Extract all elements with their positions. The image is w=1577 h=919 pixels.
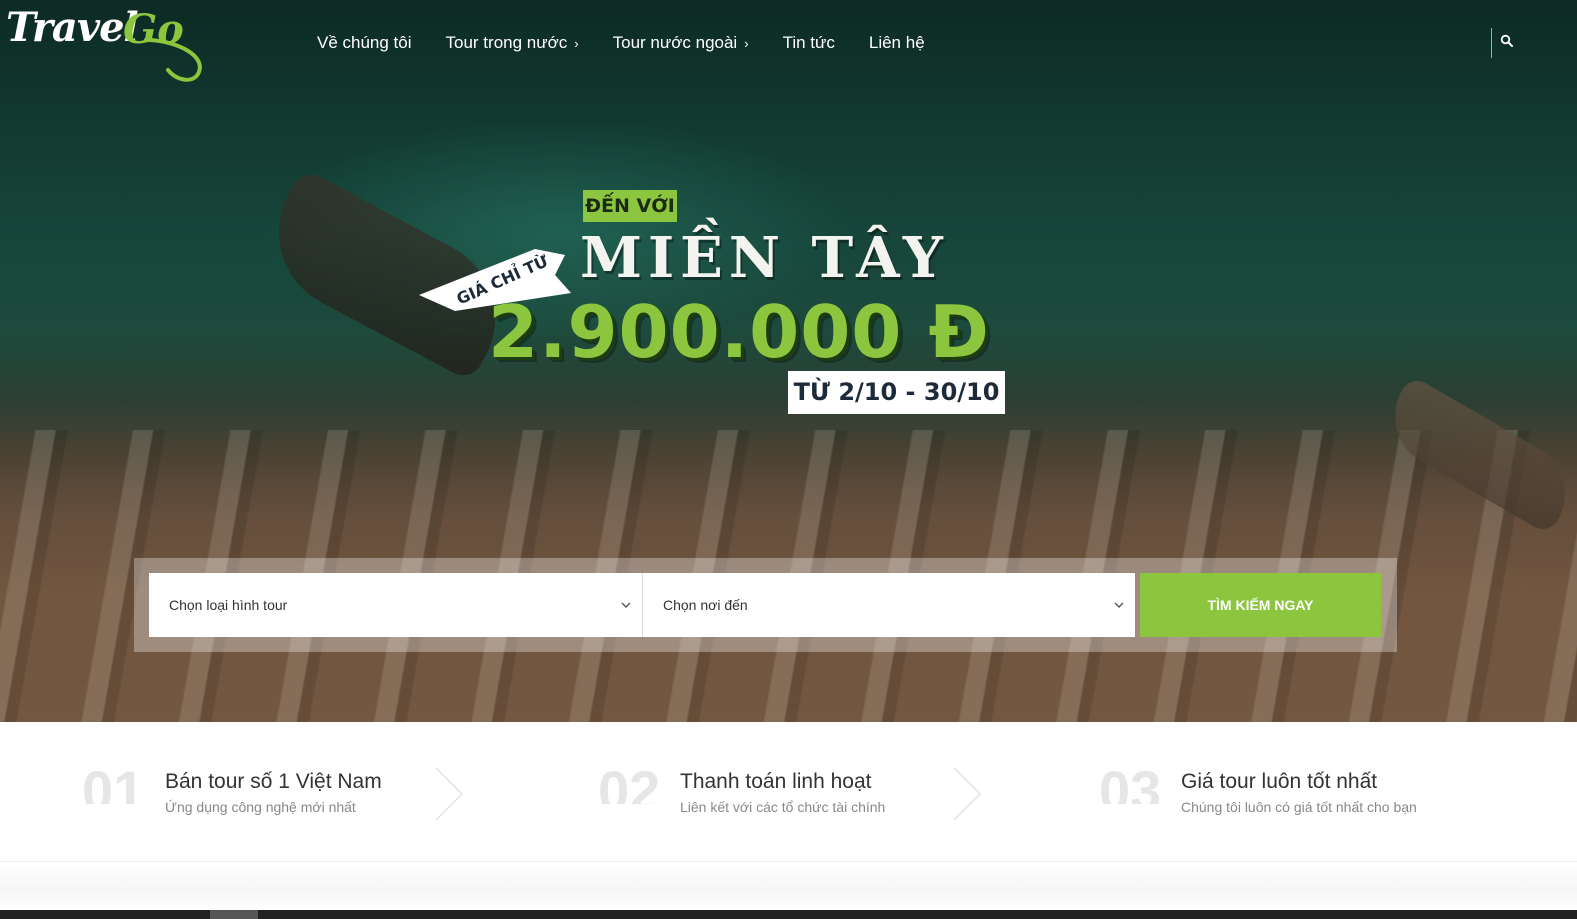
nav-item-label: Tour nước ngoài	[612, 33, 738, 52]
chevron-right-icon: ›	[744, 35, 749, 51]
feature-subtitle: Chúng tôi luôn có giá tốt nhất cho bạn	[1181, 799, 1417, 815]
search-now-button[interactable]: TÌM KIẾM NGAY	[1140, 573, 1381, 637]
feature-item: 03 Giá tour luôn tốt nhất Chúng tôi luôn…	[1099, 722, 1539, 862]
feature-number: 01	[82, 759, 145, 804]
feature-subtitle: Ứng dụng công nghệ mới nhất	[165, 799, 356, 815]
nav-item-news[interactable]: Tin tức	[783, 33, 835, 53]
feature-subtitle: Liên kết với các tổ chức tài chính	[680, 799, 886, 815]
feature-title: Bán tour số 1 Việt Nam	[165, 770, 382, 793]
nav-item-international-tours[interactable]: Tour nước ngoài ›	[613, 33, 749, 53]
tour-type-select-value: Chọn loại hình tour	[169, 597, 288, 613]
logo-swoosh-icon	[144, 38, 202, 82]
feature-title: Giá tour luôn tốt nhất	[1181, 770, 1378, 793]
chevron-right-icon	[953, 767, 982, 821]
section-shadow	[0, 862, 1577, 910]
chevron-down-icon	[621, 602, 631, 608]
feature-number: 02	[598, 759, 661, 804]
promo-banner[interactable]: ĐẾN VỚI MIỀN TÂY GIÁ CHỈ TỪ 2.900.000 Đ …	[410, 185, 1030, 425]
destination-select[interactable]: Chọn nơi đến	[642, 573, 1135, 637]
promo-dates: TỪ 2/10 - 30/10	[788, 371, 1005, 414]
site-logo[interactable]: Travel Go	[6, 4, 206, 84]
search-icon[interactable]	[1500, 34, 1514, 48]
nav-item-contact[interactable]: Liên hệ	[869, 33, 925, 53]
promo-den-voi-tag: ĐẾN VỚI	[583, 190, 677, 222]
features-strip: 01 Bán tour số 1 Việt Nam Ứng dụng công …	[0, 722, 1577, 862]
nav-item-label: Tour trong nước	[445, 33, 568, 52]
feature-item: 01 Bán tour số 1 Việt Nam Ứng dụng công …	[82, 722, 482, 862]
footer-bar-accent	[210, 910, 258, 919]
main-nav: Về chúng tôi Tour trong nước › Tour nước…	[317, 30, 959, 56]
destination-select-value: Chọn nơi đến	[663, 597, 748, 613]
feature-item: 02 Thanh toán linh hoạt Liên kết với các…	[598, 722, 998, 862]
chevron-right-icon: ›	[574, 35, 579, 51]
promo-destination: MIỀN TÂY	[580, 225, 949, 291]
tour-type-select[interactable]: Chọn loại hình tour	[149, 573, 642, 637]
tour-search-panel: Chọn loại hình tour Chọn nơi đến TÌM KIẾ…	[134, 558, 1397, 652]
nav-item-label: Liên hệ	[868, 33, 925, 52]
promo-price: 2.900.000 Đ	[488, 290, 990, 374]
nav-item-about[interactable]: Về chúng tôi	[317, 33, 412, 53]
nav-item-label: Tin tức	[782, 33, 835, 52]
chevron-down-icon	[1114, 602, 1124, 608]
chevron-right-icon	[435, 767, 464, 821]
feature-number: 03	[1099, 759, 1162, 804]
nav-item-label: Về chúng tôi	[317, 33, 412, 52]
header-divider	[1491, 28, 1492, 58]
feature-title: Thanh toán linh hoạt	[680, 770, 872, 793]
nav-item-domestic-tours[interactable]: Tour trong nước ›	[446, 33, 579, 53]
